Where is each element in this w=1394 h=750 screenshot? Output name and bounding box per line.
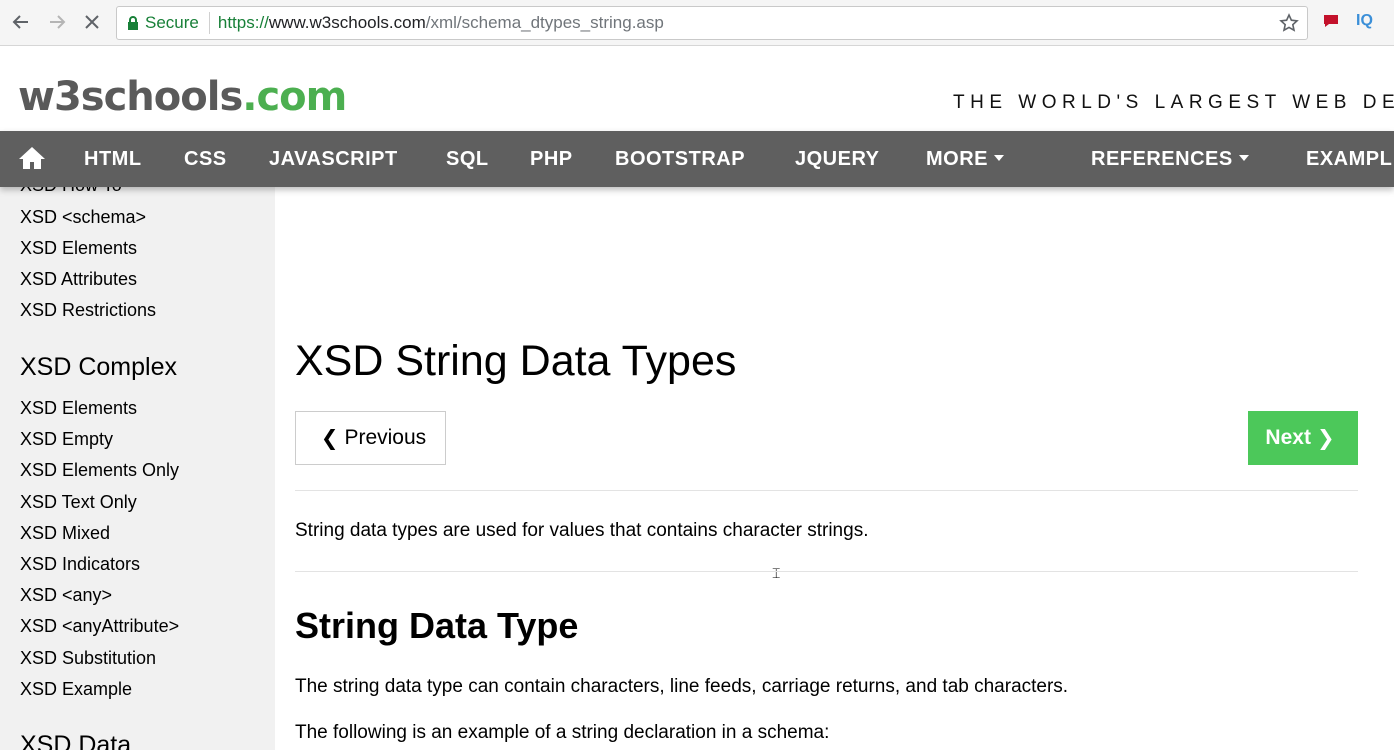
logo-tld-text: .com — [242, 74, 347, 120]
sidebar-item-xsd-elements[interactable]: XSD Elements — [20, 238, 137, 259]
paragraph: The following is an example of a string … — [295, 722, 830, 743]
logo-main-text: w3schools — [18, 74, 243, 120]
site-header: w3schools.com THE WORLD'S LARGEST WEB DE… — [0, 47, 1394, 131]
top-navigation: HTML CSS JAVASCRIPT SQL PHP BOOTSTRAP JQ… — [0, 131, 1394, 187]
extension-flag-button[interactable] — [1322, 13, 1340, 34]
divider — [295, 490, 1358, 491]
sidebar-item-xsd-restrictions[interactable]: XSD Restrictions — [20, 300, 156, 321]
divider — [295, 571, 1358, 572]
sidebar-item-complex-any[interactable]: XSD <any> — [20, 585, 112, 606]
nav-html[interactable]: HTML — [84, 131, 142, 187]
chevron-right-icon: ❯ — [1316, 426, 1335, 450]
section-heading: String Data Type — [295, 605, 579, 646]
nav-references-dropdown[interactable]: REFERENCES — [1091, 131, 1249, 187]
browser-toolbar: Secure https://www.w3schools.com/xml/sch… — [0, 0, 1394, 46]
nav-jquery[interactable]: JQUERY — [795, 131, 880, 187]
next-button[interactable]: Next ❯ — [1248, 411, 1358, 465]
sidebar-heading-data: XSD Data — [20, 731, 132, 750]
lock-icon — [128, 15, 138, 30]
nav-php[interactable]: PHP — [530, 131, 573, 187]
next-label: Next — [1265, 426, 1311, 449]
text-cursor-icon: ⌶ — [772, 565, 781, 581]
sidebar-item-complex-text-only[interactable]: XSD Text Only — [20, 492, 137, 513]
main-content: XSD String Data Types ❮ Previous Next ❯ St… — [275, 187, 1394, 750]
address-bar[interactable]: Secure https://www.w3schools.com/xml/sch… — [116, 6, 1308, 40]
chevron-left-icon: ❮ — [320, 426, 339, 450]
page-title: XSD String Data Types — [295, 337, 737, 385]
forward-button[interactable] — [44, 9, 70, 35]
sidebar: XSD How To XSD <schema> XSD Elements XSD… — [0, 187, 275, 750]
intro-paragraph: String data types are used for values th… — [295, 520, 869, 541]
nav-bootstrap[interactable]: BOOTSTRAP — [615, 131, 745, 187]
previous-button[interactable]: ❮ Previous — [295, 411, 446, 465]
sidebar-item-complex-empty[interactable]: XSD Empty — [20, 429, 113, 450]
nav-sql[interactable]: SQL — [446, 131, 489, 187]
forward-arrow-icon — [50, 15, 66, 29]
sidebar-item-complex-anyattribute[interactable]: XSD <anyAttribute> — [20, 616, 179, 637]
star-icon — [1279, 13, 1299, 32]
nav-javascript[interactable]: JAVASCRIPT — [269, 131, 398, 187]
url-host: www.w3schools.com — [268, 13, 426, 32]
sidebar-item-complex-elements[interactable]: XSD Elements — [20, 398, 137, 419]
home-button[interactable] — [18, 145, 46, 176]
sidebar-item-complex-example[interactable]: XSD Example — [20, 679, 132, 700]
nav-examples[interactable]: EXAMPL — [1306, 131, 1392, 187]
sidebar-item-complex-mixed[interactable]: XSD Mixed — [20, 523, 110, 544]
nav-more-label: MORE — [926, 148, 988, 170]
url-path: /xml/schema_dtypes_string.asp — [425, 13, 664, 32]
secure-label: Secure — [145, 13, 199, 32]
extension-iq-button[interactable]: IQ — [1356, 12, 1373, 30]
bookmark-star-button[interactable] — [1279, 13, 1299, 38]
url-scheme: https:// — [217, 13, 269, 32]
sidebar-item-xsd-how-to[interactable]: XSD How To — [20, 187, 122, 196]
flag-icon — [1324, 15, 1338, 27]
sidebar-heading-complex: XSD Complex — [20, 353, 177, 381]
sidebar-item-xsd-attributes[interactable]: XSD Attributes — [20, 269, 137, 290]
caret-down-icon — [1238, 155, 1249, 162]
sidebar-item-complex-substitution[interactable]: XSD Substitution — [20, 648, 156, 669]
nav-css[interactable]: CSS — [184, 131, 227, 187]
site-tagline: THE WORLD'S LARGEST WEB DEV — [953, 92, 1394, 113]
home-icon — [19, 147, 45, 169]
back-button[interactable] — [8, 9, 34, 35]
previous-label: Previous — [344, 426, 427, 449]
close-icon — [85, 15, 99, 29]
site-logo[interactable]: w3schools.com — [18, 74, 347, 120]
sidebar-item-xsd-schema[interactable]: XSD <schema> — [20, 207, 146, 228]
stop-loading-button[interactable] — [79, 9, 105, 35]
secure-indicator[interactable]: Secure — [117, 13, 199, 33]
caret-down-icon — [994, 155, 1004, 162]
paragraph: The string data type can contain charact… — [295, 676, 1069, 697]
back-arrow-icon — [12, 15, 28, 29]
sidebar-item-complex-indicators[interactable]: XSD Indicators — [20, 554, 140, 575]
url-divider — [208, 12, 210, 34]
nav-references-label: REFERENCES — [1091, 148, 1233, 170]
nav-more-dropdown[interactable]: MORE — [926, 131, 1004, 187]
sidebar-item-complex-elements-only[interactable]: XSD Elements Only — [20, 460, 179, 481]
